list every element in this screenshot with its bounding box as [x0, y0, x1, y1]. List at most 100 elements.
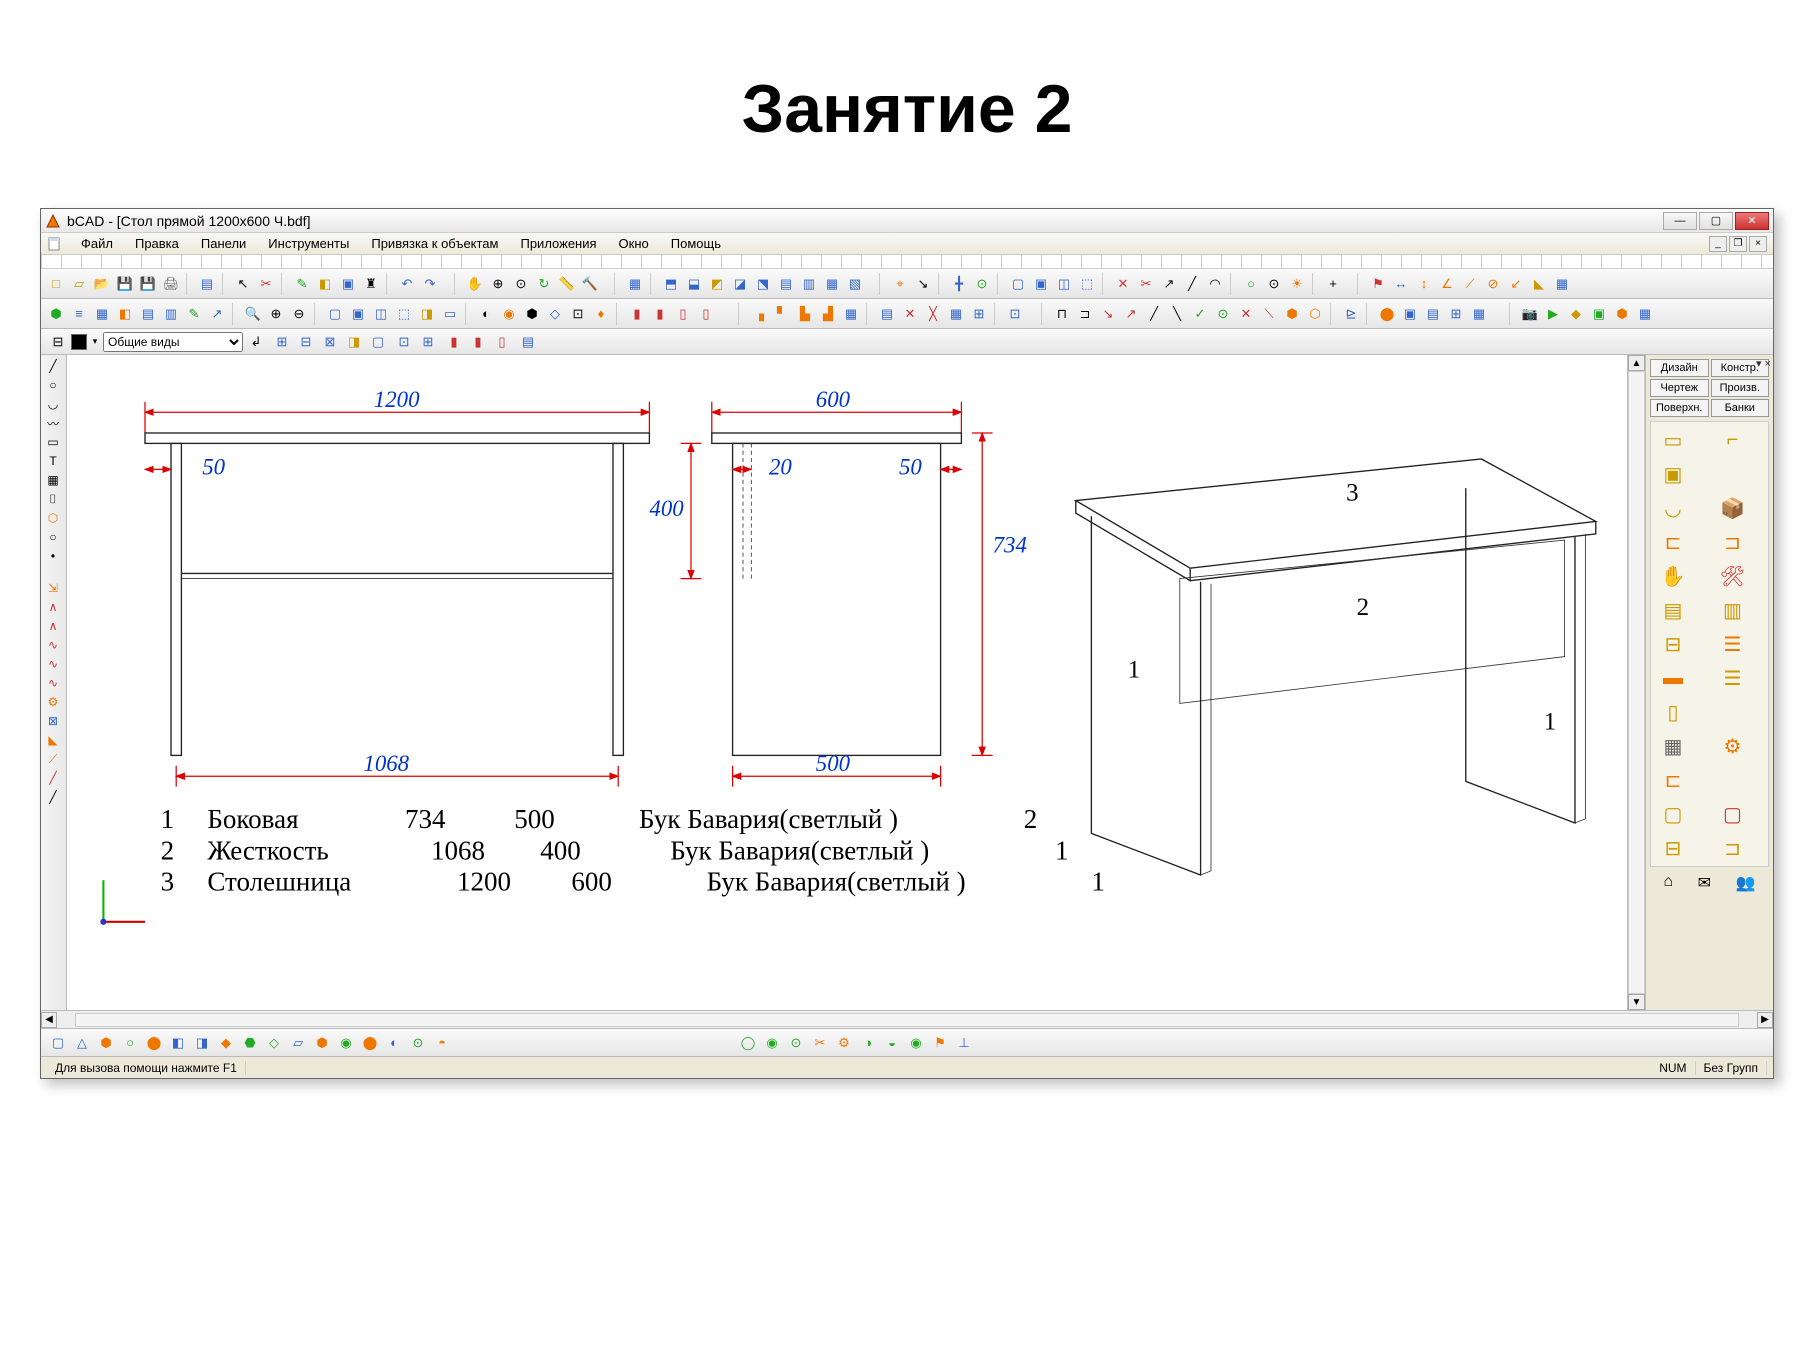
open-icon[interactable]: 📂	[91, 273, 113, 295]
canvas[interactable]: 1200 50 1068	[67, 355, 1627, 1010]
snap-mid-icon[interactable]: ╋	[948, 273, 970, 295]
lt-rect-icon[interactable]: ▭	[43, 433, 63, 451]
lt-circle-icon[interactable]: ○	[43, 376, 63, 394]
bt7[interactable]: ◨	[191, 1032, 213, 1054]
stamp-icon[interactable]: ♜	[360, 273, 382, 295]
menu-file[interactable]: Файл	[75, 235, 119, 252]
lt-hex-icon[interactable]: ⬡	[43, 509, 63, 527]
new2-icon[interactable]: ▱	[68, 273, 90, 295]
bt16[interactable]: ⊙	[407, 1032, 429, 1054]
t2-snap10[interactable]: ⟍	[1258, 303, 1280, 325]
rp-curved-icon[interactable]: ◡	[1659, 496, 1687, 520]
bt20[interactable]: ⊙	[785, 1032, 807, 1054]
bt22[interactable]: ⚙	[833, 1032, 855, 1054]
paint-icon[interactable]: ▣	[337, 273, 359, 295]
lb4[interactable]: ◨	[343, 331, 365, 353]
line-tool-icon[interactable]: ╱	[1181, 273, 1203, 295]
menu-snap[interactable]: Привязка к объектам	[365, 235, 504, 252]
t2-g3[interactable]: ▣	[1399, 303, 1421, 325]
refresh-icon[interactable]: ↻	[533, 273, 555, 295]
lb10[interactable]: ▯	[491, 331, 513, 353]
t2-snap9[interactable]: ✕	[1235, 303, 1257, 325]
horizontal-scrollbar[interactable]: ◀ ▶	[41, 1010, 1773, 1028]
bt26[interactable]: ⚑	[929, 1032, 951, 1054]
t2-16[interactable]: ◨	[416, 303, 438, 325]
mdi-close[interactable]: ×	[1749, 236, 1767, 252]
t2-28[interactable]: ▗	[748, 303, 770, 325]
rp-panel-icon[interactable]: ▭	[1659, 428, 1687, 452]
tab-banks[interactable]: Банки	[1711, 399, 1770, 417]
rp-mail-icon[interactable]: ✉	[1698, 873, 1711, 893]
bt4[interactable]: ○	[119, 1032, 141, 1054]
tab-production[interactable]: Произв.	[1711, 379, 1770, 397]
vertical-scrollbar[interactable]: ▲ ▼	[1627, 355, 1645, 1010]
t2-18[interactable]: ◐	[475, 303, 497, 325]
bt17[interactable]: ◓	[431, 1032, 453, 1054]
lt-poly-icon[interactable]: 〰	[43, 414, 63, 432]
scroll-right-icon[interactable]: ▶	[1757, 1012, 1773, 1028]
rp-door-icon[interactable]: ⊏	[1659, 530, 1687, 554]
lt-m11-icon[interactable]: ╱	[43, 769, 63, 787]
menu-help[interactable]: Помощь	[665, 235, 727, 252]
bt21[interactable]: ✂	[809, 1032, 831, 1054]
bt15[interactable]: ◐	[383, 1032, 405, 1054]
bt3[interactable]: ⬢	[95, 1032, 117, 1054]
lt-m4-icon[interactable]: ∿	[43, 636, 63, 654]
measure-icon[interactable]: 📏	[556, 273, 578, 295]
color-swatch[interactable]	[71, 334, 87, 350]
bt5[interactable]: ⬤	[143, 1032, 165, 1054]
rp-shelf-icon[interactable]: ⊟	[1659, 632, 1687, 656]
view1-icon[interactable]: ⬒	[660, 273, 682, 295]
lt-m10-icon[interactable]: ⟋	[43, 750, 63, 768]
t2-14[interactable]: ◫	[370, 303, 392, 325]
bt25[interactable]: ◉	[905, 1032, 927, 1054]
t2-27[interactable]: ▯	[695, 303, 717, 325]
view2-icon[interactable]: ⬓	[683, 273, 705, 295]
t2-g4[interactable]: ▤	[1422, 303, 1444, 325]
bt6[interactable]: ◧	[167, 1032, 189, 1054]
view5-icon[interactable]: ⬔	[752, 273, 774, 295]
saveall-icon[interactable]: 💾	[137, 273, 159, 295]
t2-g6[interactable]: ▦	[1468, 303, 1490, 325]
lt-m5-icon[interactable]: ∿	[43, 655, 63, 673]
hammer-icon[interactable]: 🔨	[579, 273, 601, 295]
rp-group-icon[interactable]: 👥	[1736, 873, 1756, 893]
view7-icon[interactable]: ▥	[798, 273, 820, 295]
mdi-minimize[interactable]: _	[1709, 236, 1727, 252]
rp-edit1-icon[interactable]: ▢	[1659, 802, 1687, 826]
t2-38[interactable]: ⊡	[1004, 303, 1026, 325]
rp-grid-icon[interactable]: ▦	[1659, 734, 1687, 758]
rp-box-icon[interactable]: 📦	[1719, 496, 1747, 520]
lt-m6-icon[interactable]: ∿	[43, 674, 63, 692]
bt9[interactable]: ⬣	[239, 1032, 261, 1054]
props-icon[interactable]: ▤	[196, 273, 218, 295]
dim-r-icon[interactable]: ⟋	[1459, 273, 1481, 295]
dim-a-icon[interactable]: ∠	[1436, 273, 1458, 295]
arc-tool-icon[interactable]: ◠	[1204, 273, 1226, 295]
cut-icon[interactable]: ✂	[255, 273, 277, 295]
rp-edit2-icon[interactable]: ▢	[1719, 802, 1747, 826]
print-icon[interactable]: 🖨	[160, 273, 182, 295]
cursor-icon[interactable]: ↖	[232, 273, 254, 295]
scroll-up-icon[interactable]: ▲	[1628, 355, 1645, 371]
snap-end-icon[interactable]: ↘	[912, 273, 934, 295]
redo-icon[interactable]: ↷	[419, 273, 441, 295]
t2-37[interactable]: ⊞	[968, 303, 990, 325]
zoom-in-icon[interactable]: ⊕	[487, 273, 509, 295]
t2-g1[interactable]: ⊵	[1340, 303, 1362, 325]
rp-home-icon[interactable]: ⌂	[1663, 873, 1673, 893]
eraser-icon[interactable]: ◧	[314, 273, 336, 295]
t2-snap5[interactable]: ╱	[1143, 303, 1165, 325]
t2-snap3[interactable]: ↘	[1097, 303, 1119, 325]
rp-lprofile-icon[interactable]: ⌐	[1719, 428, 1747, 452]
rp-drawer-icon[interactable]: ▬	[1659, 666, 1687, 690]
dim-v-icon[interactable]: ↕	[1413, 273, 1435, 295]
lt-ellipse-icon[interactable]: ○	[43, 528, 63, 546]
scroll-left-icon[interactable]: ◀	[41, 1012, 57, 1028]
lt-arc-icon[interactable]: ◡	[43, 395, 63, 413]
lb2[interactable]: ⊟	[295, 331, 317, 353]
t2-3[interactable]: ▦	[91, 303, 113, 325]
snap-icon[interactable]: ⌖	[889, 273, 911, 295]
menu-edit[interactable]: Правка	[129, 235, 185, 252]
cir-icon[interactable]: ○	[1240, 273, 1262, 295]
